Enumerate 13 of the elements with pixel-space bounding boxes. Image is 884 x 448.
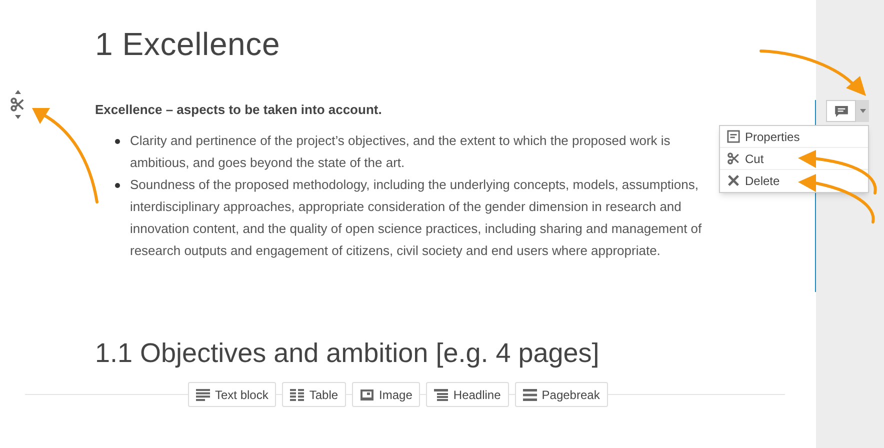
subsection-heading: 1.1 Objectives and ambition [e.g. 4 pages] [95,337,600,370]
menu-item[interactable]: Cut [720,148,766,169]
menu-item[interactable]: Delete [720,170,782,191]
insert-button[interactable]: Text block [188,382,276,407]
menu-item[interactable]: Properties [720,126,802,147]
insert-button[interactable]: Pagebreak [514,382,608,407]
insert-button[interactable]: Table [282,382,346,407]
section-heading: 1 Excellence [95,25,280,64]
insert-button[interactable]: Headline [426,382,509,407]
bullet-text: Clarity and pertinence of the project’s objectives, and the extent to which the proposed work is ambitious, and goes beyond the state of the art. [130,132,672,172]
section-subtitle: Excellence – aspects to be taken into account. [95,101,383,119]
insert-button[interactable]: Image [352,382,420,407]
bullet-text: Soundness of the proposed methodology, including the underlying concepts, models, assumptions, interdisciplinary approaches, appropriate consideration of the gender dimension in research and innovation content, and the quality of open science practices, including sharing and management of research outputs and engagement of citizens, civil society and end users where appropriate. [130,176,703,260]
